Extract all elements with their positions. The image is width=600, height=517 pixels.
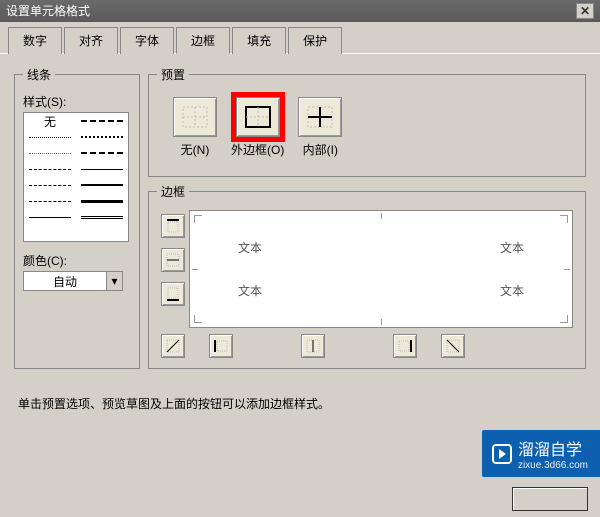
line-style-item[interactable] xyxy=(24,193,76,209)
lines-group: 线条 样式(S): 无 xyxy=(14,66,140,369)
chevron-down-icon: ▾ xyxy=(106,272,122,290)
corner-marker xyxy=(194,315,202,323)
border-top-icon xyxy=(165,218,181,234)
border-diag-down-button[interactable] xyxy=(441,334,465,358)
close-button[interactable]: ✕ xyxy=(576,3,594,19)
border-vmiddle-button[interactable] xyxy=(301,334,325,358)
border-vmiddle-icon xyxy=(305,338,321,354)
style-label: 样式(S): xyxy=(23,93,131,110)
play-icon xyxy=(492,444,512,464)
preview-text: 文本 xyxy=(238,282,262,299)
line-style-item[interactable] xyxy=(24,177,76,193)
border-preview[interactable]: 文本 文本 文本 文本 xyxy=(189,210,573,328)
line-style-item[interactable] xyxy=(76,113,128,129)
watermark-url: zixue.3d66.com xyxy=(518,460,588,471)
preset-outline-label: 外边框(O) xyxy=(231,141,284,158)
tab-strip: 数字 对齐 字体 边框 填充 保护 xyxy=(0,22,600,54)
preset-none-icon xyxy=(182,106,208,128)
title-bar: 设置单元格格式 ✕ xyxy=(0,0,600,22)
line-style-item[interactable] xyxy=(76,161,128,177)
border-hmiddle-icon xyxy=(165,252,181,268)
border-right-button[interactable] xyxy=(393,334,417,358)
border-left-button[interactable] xyxy=(209,334,233,358)
line-style-item[interactable] xyxy=(76,209,128,225)
border-diag-up-icon xyxy=(165,338,181,354)
corner-marker xyxy=(560,315,568,323)
border-left-icon xyxy=(213,338,229,354)
line-style-list[interactable]: 无 xyxy=(23,112,129,242)
hint-text: 单击预置选项、预览草图及上面的按钮可以添加边框样式。 xyxy=(14,381,600,412)
preview-text: 文本 xyxy=(500,239,524,256)
border-top-button[interactable] xyxy=(161,214,185,238)
dialog-content: 线条 样式(S): 无 xyxy=(0,54,600,381)
color-value: 自动 xyxy=(24,273,106,290)
line-style-item[interactable] xyxy=(76,193,128,209)
presets-legend: 预置 xyxy=(157,66,189,83)
line-style-none[interactable]: 无 xyxy=(24,113,76,129)
tick-marker xyxy=(192,269,198,270)
preview-text: 文本 xyxy=(238,239,262,256)
color-label: 颜色(C): xyxy=(23,252,131,269)
line-style-item[interactable] xyxy=(24,161,76,177)
border-right-icon xyxy=(397,338,413,354)
window-title: 设置单元格格式 xyxy=(6,0,90,22)
border-hmiddle-button[interactable] xyxy=(161,248,185,272)
tick-marker xyxy=(381,213,382,219)
border-group: 边框 xyxy=(148,183,586,369)
border-bottom-icon xyxy=(165,286,181,302)
preset-inside-label: 内部(I) xyxy=(303,141,338,158)
color-dropdown[interactable]: 自动 ▾ xyxy=(23,271,123,291)
watermark: 溜溜自学 zixue.3d66.com xyxy=(482,430,600,477)
preset-inside-button[interactable] xyxy=(298,97,342,137)
lines-legend: 线条 xyxy=(23,66,55,83)
tab-font[interactable]: 字体 xyxy=(120,27,174,54)
border-legend: 边框 xyxy=(157,183,189,200)
preset-none-button[interactable] xyxy=(173,97,217,137)
preview-text: 文本 xyxy=(500,282,524,299)
dialog-button[interactable] xyxy=(512,487,588,511)
preset-outline-button[interactable] xyxy=(236,97,280,137)
border-diag-down-icon xyxy=(445,338,461,354)
watermark-brand: 溜溜自学 xyxy=(518,442,582,459)
tab-alignment[interactable]: 对齐 xyxy=(64,27,118,54)
border-bottom-button[interactable] xyxy=(161,282,185,306)
border-diag-up-button[interactable] xyxy=(161,334,185,358)
line-style-item[interactable] xyxy=(76,145,128,161)
line-style-item[interactable] xyxy=(24,145,76,161)
preset-outline-icon xyxy=(245,106,271,128)
line-style-item[interactable] xyxy=(76,177,128,193)
corner-marker xyxy=(194,215,202,223)
line-style-item[interactable] xyxy=(76,129,128,145)
line-style-item[interactable] xyxy=(24,129,76,145)
tab-number[interactable]: 数字 xyxy=(8,27,62,54)
tab-fill[interactable]: 填充 xyxy=(232,27,286,54)
preset-inside-icon xyxy=(307,106,333,128)
tick-marker xyxy=(564,269,570,270)
line-style-item[interactable] xyxy=(24,209,76,225)
tick-marker xyxy=(381,319,382,325)
preset-none-label: 无(N) xyxy=(181,141,210,158)
tab-protection[interactable]: 保护 xyxy=(288,27,342,54)
presets-group: 预置 无(N) xyxy=(148,66,586,177)
corner-marker xyxy=(560,215,568,223)
tab-border[interactable]: 边框 xyxy=(176,27,230,54)
